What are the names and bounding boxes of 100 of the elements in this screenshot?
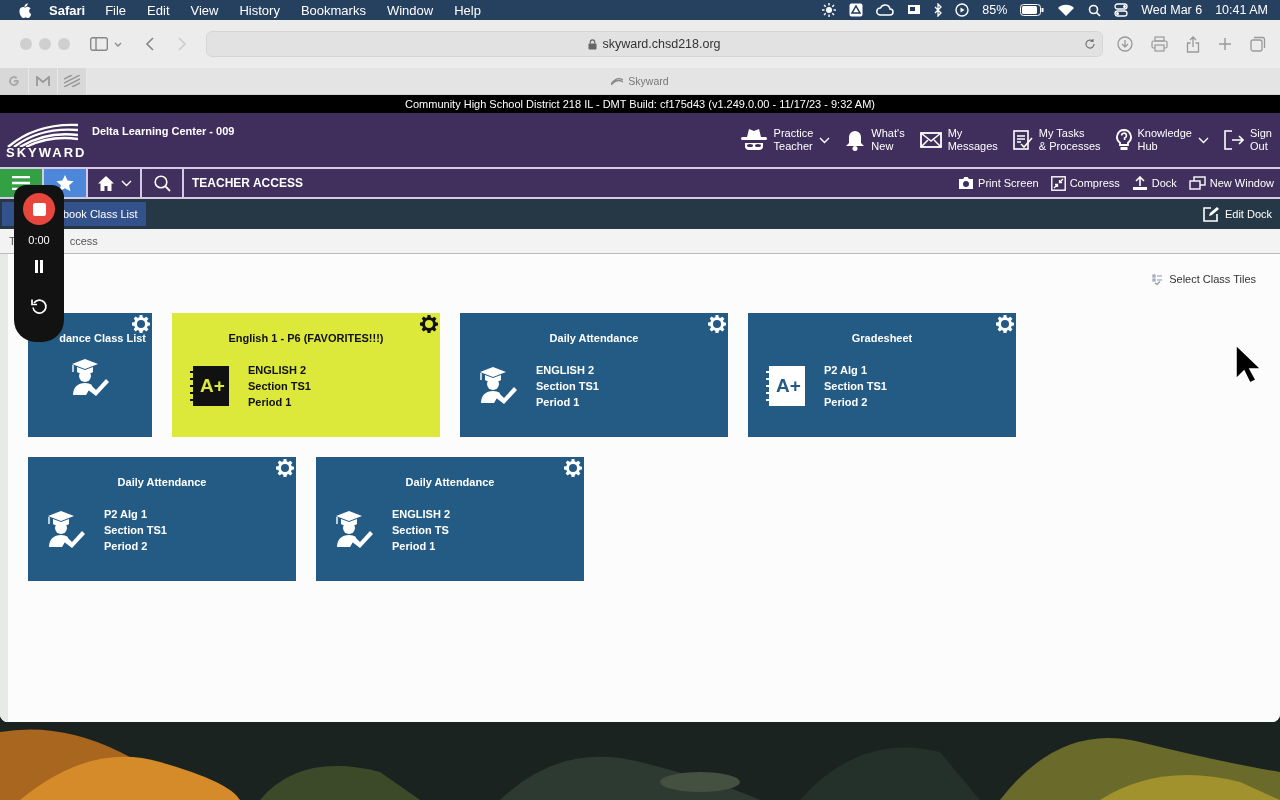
battery-percent: 85% bbox=[982, 3, 1008, 17]
graduate-check-icon bbox=[334, 510, 374, 550]
school-name: Delta Learning Center - 009 bbox=[92, 125, 235, 137]
tile-line: Period 1 bbox=[248, 395, 293, 410]
display-icon[interactable] bbox=[907, 3, 922, 17]
class-tile[interactable]: Daily Attendance ENGLISH 2 Section TS1 Period 1 bbox=[460, 313, 728, 437]
class-tile[interactable]: Daily Attendance P2 Alg 1 Section TS1 Period 2 bbox=[28, 457, 296, 581]
tile-title: Daily Attendance bbox=[548, 332, 640, 344]
menu-item[interactable]: Bookmarks bbox=[300, 2, 366, 18]
breadcrumb-text: ccess bbox=[69, 235, 98, 247]
settings-icon[interactable] bbox=[276, 459, 294, 477]
tile-line: ENGLISH 2 bbox=[392, 507, 451, 522]
mouse-pointer-icon bbox=[1235, 344, 1261, 384]
tile-line: Section TS1 bbox=[824, 379, 887, 394]
star-icon bbox=[56, 174, 74, 192]
menu-item[interactable]: Safari bbox=[49, 2, 86, 18]
pause-icon[interactable] bbox=[34, 260, 44, 273]
header-action[interactable]: Sign Out bbox=[1223, 127, 1272, 153]
toolbar-link[interactable]: Dock bbox=[1131, 175, 1177, 191]
home-icon bbox=[96, 174, 115, 192]
graduate-check-icon bbox=[478, 366, 518, 406]
tile-line: Section TS1 bbox=[104, 523, 167, 538]
address-bar[interactable]: skyward.chsd218.org bbox=[206, 31, 1103, 57]
tile-title: English 1 - P6 (FAVORITES!!!) bbox=[227, 332, 385, 344]
menu-item[interactable]: View bbox=[190, 2, 219, 18]
play-icon[interactable] bbox=[955, 3, 970, 17]
grade-text: A+ bbox=[775, 375, 802, 397]
sun-icon[interactable] bbox=[822, 3, 837, 17]
header-action[interactable]: What's New bbox=[845, 127, 905, 153]
bluetooth-icon[interactable] bbox=[934, 3, 943, 17]
restart-icon[interactable] bbox=[30, 298, 48, 315]
logo-text: SKYWARD bbox=[6, 144, 87, 160]
reload-icon[interactable] bbox=[1084, 38, 1096, 50]
tile-line: ENGLISH 2 bbox=[248, 363, 308, 378]
bell-icon bbox=[845, 129, 866, 151]
tile-title: Gradesheet bbox=[850, 332, 914, 344]
settings-icon[interactable] bbox=[132, 315, 150, 333]
graduate-check-icon bbox=[70, 358, 110, 398]
search-icon[interactable] bbox=[1088, 3, 1102, 17]
google-icon bbox=[8, 75, 20, 87]
compress-icon bbox=[1050, 175, 1066, 191]
wifi-icon[interactable] bbox=[1057, 3, 1076, 17]
camera-icon bbox=[958, 176, 975, 190]
header-action[interactable]: My Tasks & Processes bbox=[1012, 127, 1101, 153]
toolbar-link[interactable]: New Window bbox=[1188, 176, 1274, 190]
stop-recording-button[interactable] bbox=[23, 193, 55, 225]
header-action[interactable]: Practice Teacher bbox=[739, 127, 831, 153]
chevron-down-icon bbox=[120, 179, 132, 187]
stop-icon bbox=[32, 202, 46, 216]
grade-text: A+ bbox=[199, 375, 226, 397]
menu-item[interactable]: History bbox=[239, 2, 280, 18]
back-icon[interactable] bbox=[146, 37, 154, 51]
tile-line: Period 2 bbox=[104, 539, 149, 554]
tile-title: Daily Attendance bbox=[116, 476, 208, 488]
envelope-icon bbox=[919, 132, 942, 148]
drive-icon[interactable] bbox=[849, 3, 864, 17]
menu-item[interactable]: Edit bbox=[147, 2, 170, 18]
chevron-down-icon[interactable] bbox=[114, 41, 122, 47]
tile-line: Section TS1 bbox=[248, 379, 311, 394]
tile-line: Period 2 bbox=[824, 395, 869, 410]
class-tile[interactable]: Daily Attendance ENGLISH 2 Section TS Period 1 bbox=[316, 457, 584, 581]
menu-bar-time[interactable]: 10:41 AM bbox=[1215, 3, 1268, 17]
recording-time: 0:00 bbox=[28, 234, 50, 246]
class-tile[interactable]: Gradesheet A+ P2 Alg 1 Section TS1 Period 2 bbox=[748, 313, 1016, 437]
toolbar-link[interactable]: Compress bbox=[1050, 175, 1120, 191]
tile-line: Period 1 bbox=[536, 395, 581, 410]
exit-icon bbox=[1223, 130, 1244, 150]
menu-item[interactable]: Help bbox=[454, 2, 481, 18]
settings-icon[interactable] bbox=[708, 315, 726, 333]
search-icon bbox=[153, 174, 171, 192]
edit-icon bbox=[1202, 206, 1219, 222]
menu-bar-date[interactable]: Wed Mar 6 bbox=[1141, 3, 1203, 17]
page-title: TEACHER ACCESS bbox=[191, 175, 303, 192]
list-icon bbox=[1152, 273, 1164, 285]
class-tile[interactable]: dance Class List bbox=[28, 313, 152, 437]
menu-item[interactable]: File bbox=[105, 2, 127, 18]
stripes-icon bbox=[64, 75, 80, 87]
mail-icon bbox=[36, 75, 50, 87]
select-tiles-link[interactable]: Select Class Tiles bbox=[1152, 273, 1256, 285]
sidebar-icon[interactable] bbox=[90, 37, 108, 51]
question-bulb-icon bbox=[1115, 129, 1132, 151]
settings-icon[interactable] bbox=[996, 315, 1014, 333]
build-banner: Community High School District 218 IL - DMT Build: cf175d43 (v1.249.0.00 - 11/17/23 - 9:32 AM) bbox=[0, 95, 1280, 113]
graduate-check-icon bbox=[46, 510, 86, 550]
toggles-icon[interactable] bbox=[1114, 3, 1129, 17]
header-action[interactable]: Knowledge Hub bbox=[1115, 127, 1209, 153]
settings-icon[interactable] bbox=[564, 459, 582, 477]
site-favicon bbox=[611, 77, 624, 85]
edit-dock-link[interactable]: Edit Dock bbox=[1202, 206, 1272, 222]
tile-title: dance Class List bbox=[58, 332, 147, 344]
settings-icon[interactable] bbox=[420, 315, 438, 333]
tile-line: P2 Alg 1 bbox=[824, 363, 868, 378]
class-tile[interactable]: English 1 - P6 (FAVORITES!!!) A+ ENGLISH 2 Section TS1 Period 1 bbox=[172, 313, 440, 437]
toolbar-link[interactable]: Print Screen bbox=[958, 176, 1039, 190]
battery-icon[interactable] bbox=[1020, 4, 1045, 16]
cloud-icon[interactable] bbox=[876, 3, 895, 17]
tile-line: P2 Alg 1 bbox=[104, 507, 148, 522]
header-action[interactable]: My Messages bbox=[919, 127, 998, 153]
apple-icon[interactable] bbox=[18, 2, 31, 18]
menu-item[interactable]: Window bbox=[386, 2, 434, 18]
